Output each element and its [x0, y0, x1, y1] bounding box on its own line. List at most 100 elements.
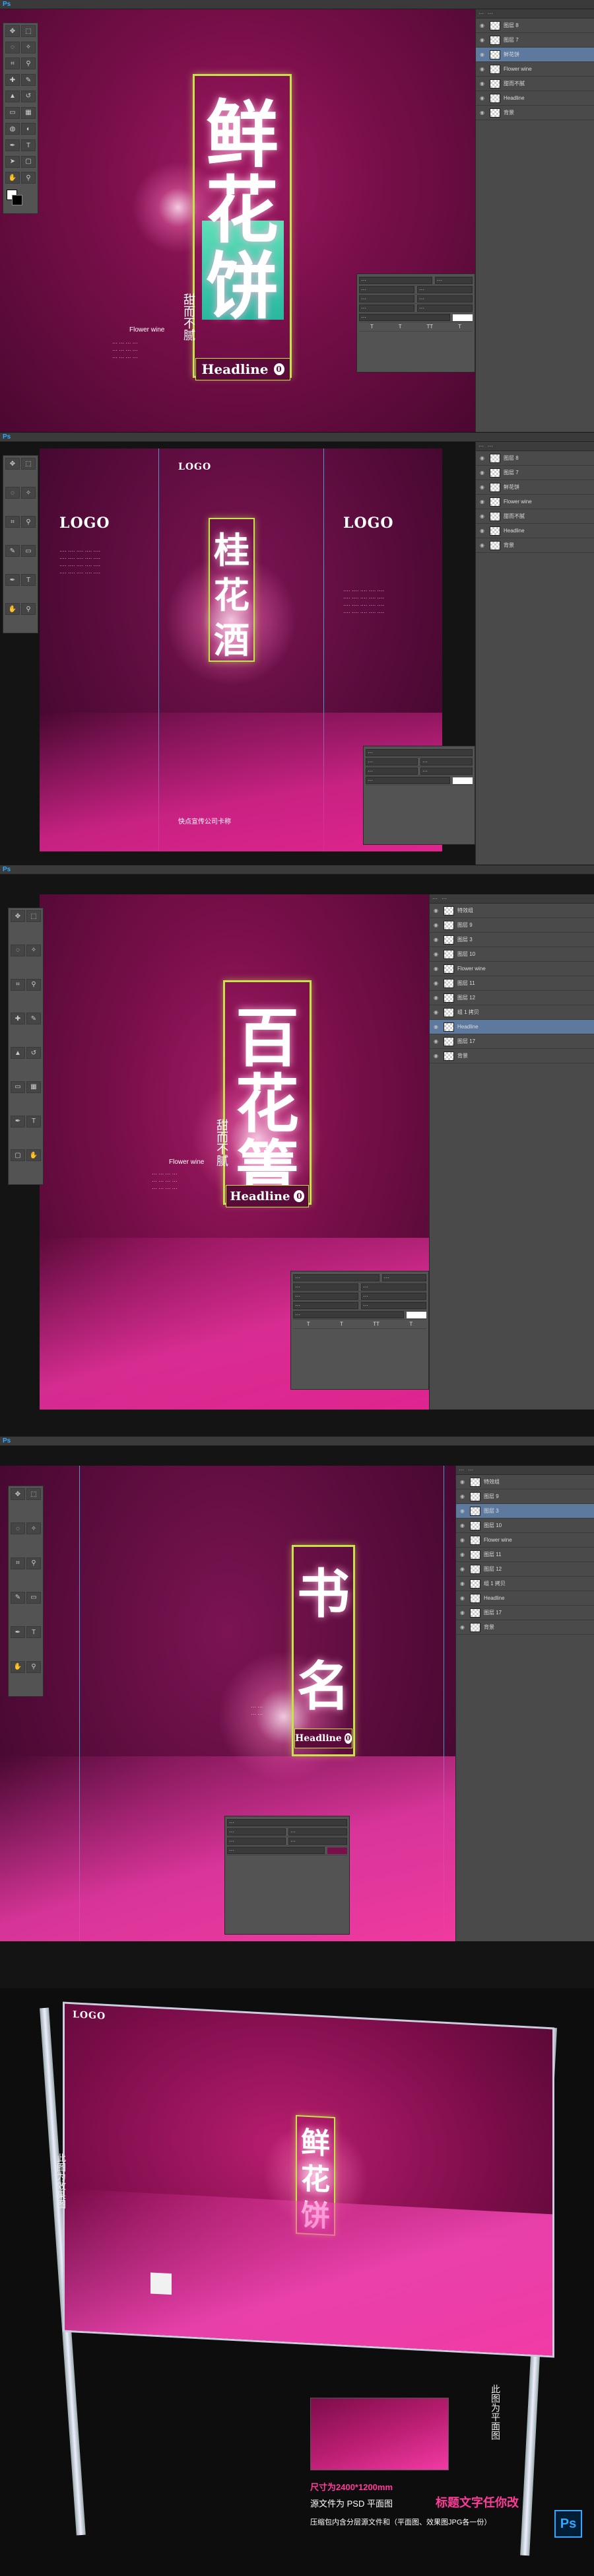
- tools-panel-3[interactable]: ✥ ⬚ ◌ ✧ ⌗ ⚲ ✚ ✎ ▲ ↺ ▭ ▦ ✒ T ▢ ✋: [8, 908, 44, 1185]
- zoom-tool-icon[interactable]: ⚲: [26, 1661, 41, 1673]
- kerning-field[interactable]: ···: [293, 1293, 358, 1300]
- wand-tool-icon[interactable]: ✧: [21, 41, 36, 54]
- pen-tool-icon[interactable]: ✒: [11, 1115, 25, 1127]
- hand-tool-icon[interactable]: ✋: [5, 603, 20, 615]
- crop-tool-icon[interactable]: ⌗: [11, 1557, 25, 1569]
- layer-row[interactable]: ◉ 图层 3: [456, 1504, 594, 1519]
- layer-row[interactable]: ◉ 图层 11: [456, 1548, 594, 1562]
- lasso-tool-icon[interactable]: ◌: [11, 1522, 25, 1535]
- visibility-eye-icon[interactable]: ◉: [480, 52, 486, 58]
- tracking-field[interactable]: ···: [361, 1293, 426, 1300]
- visibility-eye-icon[interactable]: ◉: [434, 1038, 440, 1045]
- underline-icon[interactable]: T: [458, 324, 461, 330]
- layer-row[interactable]: ◉ 图层 7: [476, 33, 594, 48]
- type-tool-icon[interactable]: T: [26, 1626, 41, 1639]
- layer-row[interactable]: ◉ 鲜花饼: [476, 480, 594, 495]
- history-tool-icon[interactable]: ↺: [26, 1047, 41, 1059]
- visibility-eye-icon[interactable]: ◉: [434, 1024, 440, 1030]
- type-tool-icon[interactable]: T: [21, 139, 36, 152]
- shape-tool-icon[interactable]: ▢: [21, 155, 36, 168]
- move-tool-icon[interactable]: ✥: [5, 458, 20, 470]
- visibility-eye-icon[interactable]: ◉: [480, 528, 486, 534]
- text-color-swatch[interactable]: [453, 314, 473, 321]
- layer-row[interactable]: ◉ 图层 8: [476, 451, 594, 466]
- visibility-eye-icon[interactable]: ◉: [480, 484, 486, 491]
- layer-row[interactable]: ◉ 图层 8: [476, 18, 594, 33]
- font-size-field[interactable]: ···: [366, 758, 418, 766]
- visibility-eye-icon[interactable]: ◉: [434, 1009, 440, 1016]
- layer-row[interactable]: ◉ 图层 10: [456, 1519, 594, 1533]
- horizontal-scale-field[interactable]: ···: [417, 304, 473, 312]
- shape-tool-icon[interactable]: ▢: [11, 1149, 25, 1162]
- layer-row[interactable]: ◉ 背景: [456, 1620, 594, 1635]
- leading-field[interactable]: ···: [417, 286, 473, 293]
- type-tool-icon[interactable]: T: [21, 574, 36, 586]
- caps-icon[interactable]: TT: [426, 324, 433, 330]
- path-tool-icon[interactable]: ➤: [5, 155, 20, 168]
- layer-row[interactable]: ◉ 背景: [430, 1049, 594, 1063]
- marquee-tool-icon[interactable]: ⬚: [21, 458, 36, 470]
- leading-field[interactable]: ···: [420, 758, 473, 766]
- visibility-eye-icon[interactable]: ◉: [480, 455, 486, 462]
- layer-row[interactable]: ◉ 图层 12: [456, 1562, 594, 1577]
- stamp-tool-icon[interactable]: ▲: [11, 1047, 25, 1059]
- visibility-eye-icon[interactable]: ◉: [480, 513, 486, 520]
- pen-tool-icon[interactable]: ✒: [11, 1626, 25, 1639]
- leading-field[interactable]: ···: [288, 1828, 347, 1836]
- marquee-tool-icon[interactable]: ⬚: [21, 25, 36, 37]
- kerning-field[interactable]: ···: [359, 295, 414, 303]
- visibility-eye-icon[interactable]: ◉: [460, 1624, 467, 1631]
- gradient-tool-icon[interactable]: ▦: [26, 1081, 41, 1093]
- history-tool-icon[interactable]: ↺: [21, 90, 36, 102]
- visibility-eye-icon[interactable]: ◉: [460, 1581, 467, 1587]
- brush-tool-icon[interactable]: ✎: [21, 74, 36, 87]
- brush-tool-icon[interactable]: ✎: [26, 1013, 41, 1025]
- font-style-field[interactable]: ···: [434, 277, 473, 284]
- lasso-tool-icon[interactable]: ◌: [11, 944, 25, 956]
- tracking-field[interactable]: ···: [288, 1838, 347, 1845]
- heal-tool-icon[interactable]: ✚: [11, 1013, 25, 1025]
- visibility-eye-icon[interactable]: ◉: [460, 1552, 467, 1558]
- eyedropper-tool-icon[interactable]: ⚲: [21, 516, 36, 528]
- character-panel-3[interactable]: ··· ··· ··· ··· ··· ··· ··· ··· ··· T T TT T: [290, 1271, 429, 1390]
- visibility-eye-icon[interactable]: ◉: [460, 1566, 467, 1573]
- visibility-eye-icon[interactable]: ◉: [460, 1522, 467, 1529]
- character-panel-4[interactable]: ··· ··· ··· ··· ··· ···: [224, 1816, 350, 1935]
- crop-tool-icon[interactable]: ⌗: [11, 978, 25, 991]
- layer-row[interactable]: ◉ 图层 12: [430, 991, 594, 1005]
- caps-icon[interactable]: TT: [373, 1321, 380, 1327]
- layer-row[interactable]: ◉ 背景: [476, 106, 594, 120]
- visibility-eye-icon[interactable]: ◉: [434, 922, 440, 929]
- bold-icon[interactable]: T: [370, 324, 374, 330]
- visibility-eye-icon[interactable]: ◉: [460, 1508, 467, 1515]
- layer-row[interactable]: ◉ 鲜花饼: [476, 48, 594, 62]
- visibility-eye-icon[interactable]: ◉: [480, 470, 486, 476]
- layer-row[interactable]: ◉ 图层 11: [430, 976, 594, 991]
- visibility-eye-icon[interactable]: ◉: [434, 966, 440, 972]
- brush-tool-icon[interactable]: ✎: [11, 1591, 25, 1604]
- font-family-field[interactable]: ···: [366, 749, 473, 756]
- layer-row[interactable]: ◉ Flower wine: [476, 62, 594, 77]
- ps-menubar-4[interactable]: Ps: [0, 1437, 594, 1446]
- layer-row[interactable]: ◉ Headline: [430, 1020, 594, 1034]
- marquee-tool-icon[interactable]: ⬚: [26, 1488, 41, 1500]
- visibility-eye-icon[interactable]: ◉: [434, 951, 440, 958]
- scale-field[interactable]: ···: [366, 777, 450, 784]
- dodge-tool-icon[interactable]: ◐: [21, 123, 36, 135]
- layer-row[interactable]: ◉ 甜而不腻: [476, 509, 594, 524]
- font-size-field[interactable]: ···: [227, 1828, 286, 1836]
- crop-tool-icon[interactable]: ⌗: [5, 516, 20, 528]
- zoom-tool-icon[interactable]: ⚲: [21, 603, 36, 615]
- eraser-tool-icon[interactable]: ▭: [5, 106, 20, 119]
- lasso-tool-icon[interactable]: ◌: [5, 487, 20, 499]
- italic-icon[interactable]: T: [399, 324, 402, 330]
- layers-panel-1[interactable]: ··· ··· ◉ 图层 8 ◉ 图层 7 ◉ 鲜花饼 ◉ Flower wine ◉ 甜而不腻 ◉ H…: [475, 9, 594, 432]
- type-tool-icon[interactable]: T: [26, 1115, 41, 1127]
- text-color-swatch[interactable]: [453, 777, 473, 784]
- gradient-tool-icon[interactable]: ▦: [21, 106, 36, 119]
- layer-row[interactable]: ◉ 甜而不腻: [476, 77, 594, 91]
- visibility-eye-icon[interactable]: ◉: [480, 95, 486, 102]
- leading-field[interactable]: ···: [361, 1283, 426, 1291]
- character-panel-1[interactable]: ··· ··· ··· ··· ··· ··· ··· ··· ··· T T TT T: [356, 273, 475, 373]
- font-size-field[interactable]: ···: [293, 1283, 358, 1291]
